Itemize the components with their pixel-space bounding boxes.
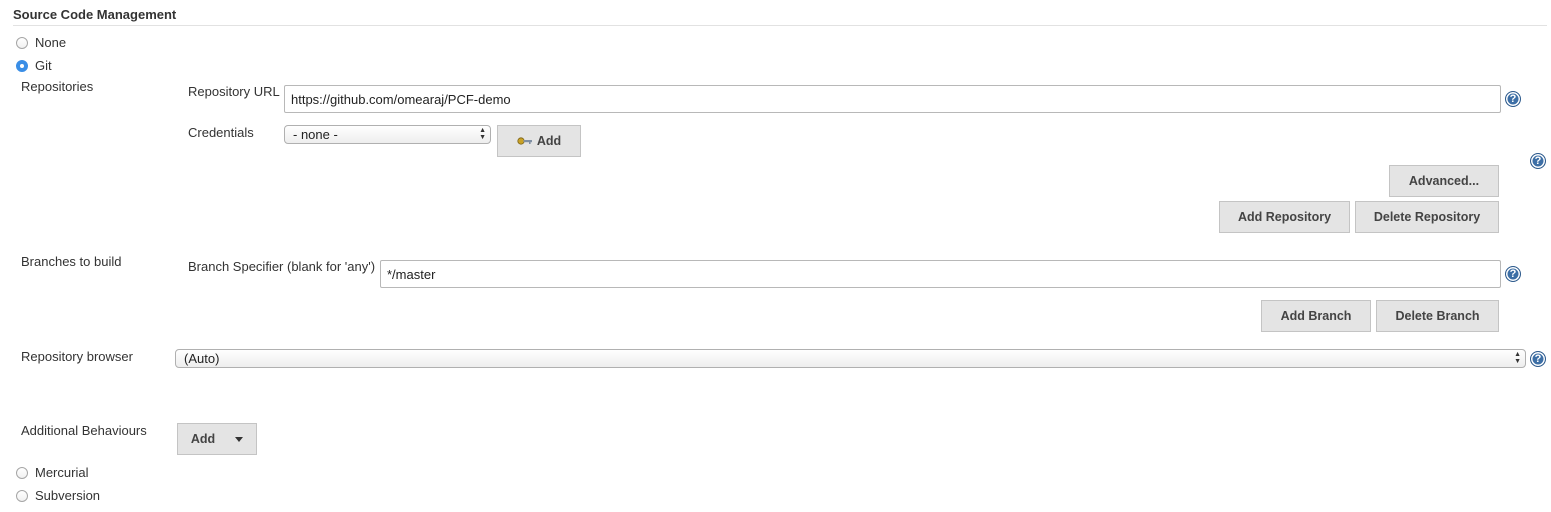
radio-git[interactable] xyxy=(16,60,28,72)
repositories-help-icon[interactable]: ? xyxy=(1530,153,1546,169)
add-behaviour-label: Add xyxy=(190,432,216,446)
repository-browser-help-icon[interactable]: ? xyxy=(1530,351,1546,367)
repository-browser-label: Repository browser xyxy=(21,349,133,364)
section-title: Source Code Management xyxy=(13,7,177,22)
advanced-button[interactable]: Advanced... xyxy=(1389,165,1499,197)
repositories-label: Repositories xyxy=(21,79,94,94)
add-branch-button[interactable]: Add Branch xyxy=(1261,300,1371,332)
chevron-down-icon xyxy=(235,436,244,442)
repository-browser-select-value: (Auto) xyxy=(184,351,220,366)
branch-specifier-label: Branch Specifier (blank for 'any') xyxy=(188,259,376,274)
repository-url-help-icon[interactable]: ? xyxy=(1505,91,1521,107)
radio-mercurial[interactable] xyxy=(16,467,28,479)
section-divider xyxy=(13,25,1547,26)
branch-specifier-input[interactable] xyxy=(380,260,1501,288)
key-icon xyxy=(517,137,532,145)
branches-label: Branches to build xyxy=(21,254,122,269)
radio-subversion-label[interactable]: Subversion xyxy=(35,488,100,503)
add-credentials-label: Add xyxy=(536,134,562,148)
credentials-label: Credentials xyxy=(188,125,254,140)
delete-repository-button[interactable]: Delete Repository xyxy=(1355,201,1499,233)
add-credentials-button[interactable]: Add xyxy=(497,125,581,157)
repository-browser-select[interactable]: (Auto) ▲ ▼ xyxy=(175,349,1526,368)
radio-mercurial-label[interactable]: Mercurial xyxy=(35,465,88,480)
delete-branch-button[interactable]: Delete Branch xyxy=(1376,300,1499,332)
radio-none[interactable] xyxy=(16,37,28,49)
credentials-select[interactable]: - none - ▲ ▼ xyxy=(284,125,491,144)
additional-behaviours-label: Additional Behaviours xyxy=(21,423,147,438)
repository-url-input[interactable] xyxy=(284,85,1501,113)
repository-url-label: Repository URL xyxy=(188,84,280,99)
radio-git-label[interactable]: Git xyxy=(35,58,52,73)
radio-none-label[interactable]: None xyxy=(35,35,66,50)
radio-subversion[interactable] xyxy=(16,490,28,502)
select-arrows-icon: ▲ ▼ xyxy=(1514,351,1521,365)
select-arrows-icon: ▲ ▼ xyxy=(479,127,486,141)
credentials-select-value: - none - xyxy=(293,127,338,142)
add-behaviour-dropdown-button[interactable]: Add xyxy=(177,423,257,455)
add-repository-button[interactable]: Add Repository xyxy=(1219,201,1350,233)
branch-specifier-help-icon[interactable]: ? xyxy=(1505,266,1521,282)
